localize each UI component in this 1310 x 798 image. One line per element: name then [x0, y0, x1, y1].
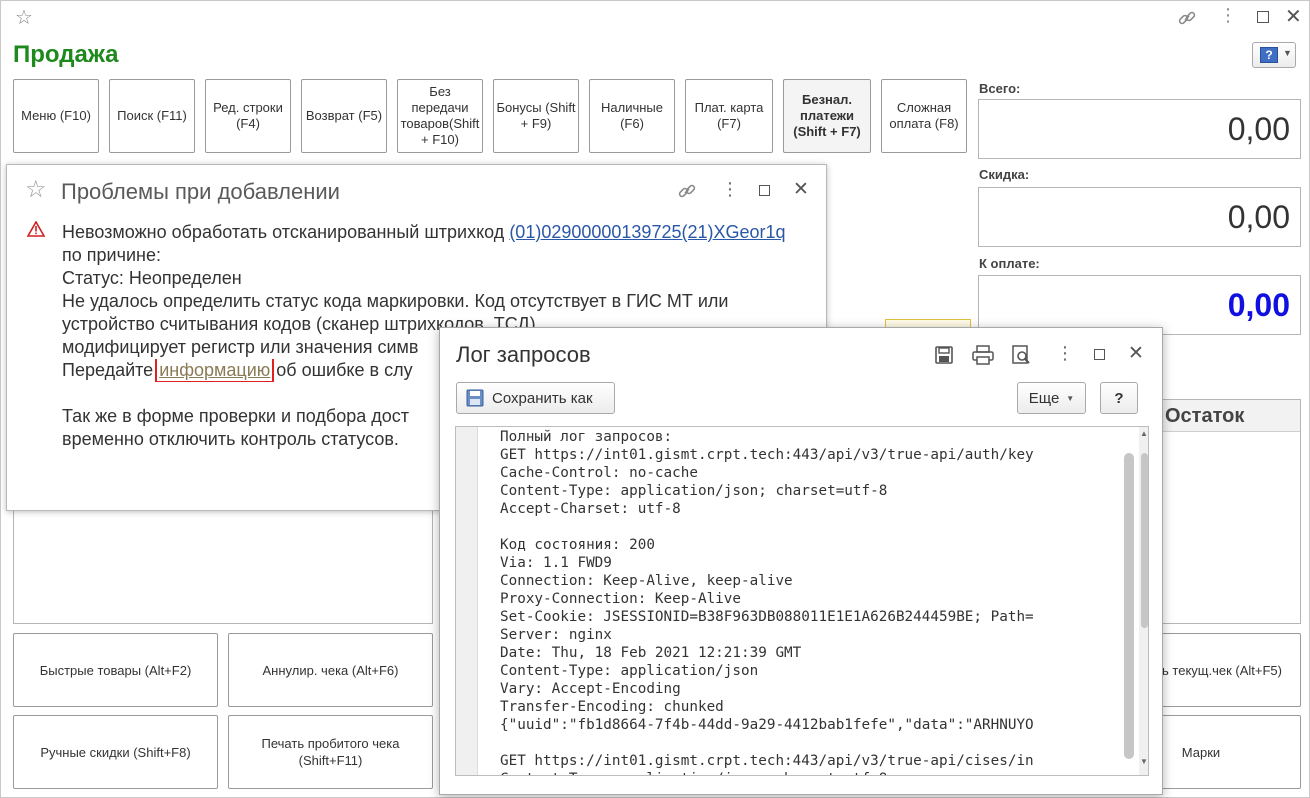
- log-line: GET https://int01.gismt.crpt.tech:443/ap…: [500, 447, 1034, 463]
- message-text: об ошибке в слу: [271, 360, 413, 380]
- log-line: Полный лог запросов:: [500, 429, 673, 445]
- star-icon[interactable]: ☆: [15, 5, 33, 30]
- cash-button[interactable]: Наличные (F6): [589, 79, 675, 153]
- bonuses-button[interactable]: Бонусы (Shift + F9): [493, 79, 579, 153]
- log-line: Код состояния: 200: [500, 537, 655, 553]
- log-text-area[interactable]: Полный лог запросов: GET https://int01.gi…: [455, 426, 1149, 776]
- search-button[interactable]: Поиск (F11): [109, 79, 195, 153]
- log-line: Content-Type: application/json; charset=…: [500, 483, 888, 499]
- scroll-down-icon[interactable]: ▼: [1140, 757, 1148, 766]
- chevron-down-icon: ▼: [1283, 48, 1292, 58]
- log-line: Content-Type: application/json: [500, 663, 759, 679]
- maximize-icon[interactable]: [1257, 11, 1269, 23]
- more-label: Еще: [1028, 389, 1060, 407]
- star-icon[interactable]: ☆: [25, 175, 47, 204]
- preview-icon[interactable]: [1011, 345, 1031, 365]
- log-text: Полный лог запросов: GET https://int01.gi…: [500, 428, 1120, 775]
- edit-line-button[interactable]: Ред. строки (F4): [205, 79, 291, 153]
- no-goods-transfer-button[interactable]: Без передачи товаров(Shift + F10): [397, 79, 483, 153]
- cashless-payments-button[interactable]: Безнал. платежи (Shift + F7): [783, 79, 871, 153]
- log-line: Via: 1.1 FWD9: [500, 555, 612, 571]
- scrollbar-thumb[interactable]: [1141, 453, 1148, 628]
- save-icon[interactable]: [934, 345, 954, 365]
- manual-discounts-button[interactable]: Ручные скидки (Shift+F8): [13, 715, 218, 789]
- dialog-title: Проблемы при добавлении: [61, 179, 340, 204]
- more-vert-icon[interactable]: ⋮: [1219, 5, 1237, 26]
- log-line: Proxy-Connection: Keep-Alive: [500, 591, 742, 607]
- dialog-title: Лог запросов: [456, 342, 591, 367]
- message-text: Не удалось определить статус кода маркир…: [62, 291, 729, 311]
- barcode-link[interactable]: (01)02900000139725(21)XGeor1q: [509, 222, 785, 242]
- message-text: Невозможно обработать отсканированный шт…: [62, 222, 510, 242]
- quick-goods-button[interactable]: Быстрые товары (Alt+F2): [13, 633, 218, 707]
- link-icon[interactable]: [1177, 8, 1197, 28]
- sale-form: ☆ ⋮ ✕ Продажа ? ▼ Меню (F10) Поиск (F11)…: [0, 0, 1310, 798]
- gutter: [456, 427, 478, 775]
- menu-button[interactable]: Меню (F10): [13, 79, 99, 153]
- log-line: Content-Type: application/json; charset=…: [500, 770, 1120, 775]
- help-icon: ?: [1260, 47, 1278, 63]
- print-check-button[interactable]: Печать пробитого чека (Shift+F11): [228, 715, 433, 789]
- cancel-check-button[interactable]: Аннулир. чека (Alt+F6): [228, 633, 433, 707]
- log-line: Vary: Accept-Encoding: [500, 681, 681, 697]
- info-link[interactable]: информацию: [155, 359, 275, 382]
- column-header-rest[interactable]: Остаток: [1162, 400, 1300, 432]
- scroll-up-icon[interactable]: ▲: [1140, 429, 1148, 438]
- pay-label: К оплате:: [979, 256, 1040, 271]
- save-as-label: Сохранить как: [492, 389, 593, 407]
- link-icon[interactable]: [677, 181, 697, 201]
- log-line: Connection: Keep-Alive, keep-alive: [500, 573, 793, 589]
- message-text: Статус: Неопределен: [62, 268, 242, 288]
- log-line: Date: Thu, 18 Feb 2021 12:21:39 GMT: [500, 645, 802, 661]
- scrollbar[interactable]: ▲ ▼: [1139, 427, 1148, 775]
- pay-value: 0,00: [978, 275, 1301, 335]
- complex-payment-button[interactable]: Сложная оплата (F8): [881, 79, 967, 153]
- log-line: Set-Cookie: JSESSIONID=B38F963DB088011E1…: [500, 609, 1034, 625]
- message-text: Передайте: [62, 360, 159, 380]
- log-line: Cache-Control: no-cache: [500, 465, 698, 481]
- message-text: по причине:: [62, 245, 161, 265]
- more-vert-icon[interactable]: ⋮: [721, 179, 739, 200]
- discount-label: Скидка:: [979, 167, 1030, 182]
- discount-value: 0,00: [978, 187, 1301, 247]
- close-icon[interactable]: ✕: [793, 178, 809, 201]
- log-line: {"uuid":"fb1d8664-7f4b-44dd-9a29-4412bab…: [500, 717, 1034, 733]
- inner-scrollbar[interactable]: [1124, 453, 1134, 759]
- chevron-down-icon: ▼: [1066, 393, 1075, 403]
- more-button[interactable]: Еще ▼: [1017, 382, 1086, 414]
- total-value: 0,00: [978, 99, 1301, 159]
- help-dropdown-button[interactable]: ? ▼: [1252, 42, 1296, 68]
- maximize-icon[interactable]: [759, 185, 770, 196]
- print-icon[interactable]: [972, 345, 994, 365]
- save-as-button[interactable]: Сохранить как: [456, 382, 615, 414]
- total-label: Всего:: [979, 81, 1021, 96]
- more-vert-icon[interactable]: ⋮: [1056, 343, 1074, 364]
- warning-icon: [27, 221, 45, 237]
- log-line: Server: nginx: [500, 627, 612, 643]
- close-icon[interactable]: ✕: [1128, 342, 1144, 365]
- help-button[interactable]: ?: [1100, 382, 1138, 414]
- log-line: Transfer-Encoding: chunked: [500, 699, 724, 715]
- request-log-dialog: Лог запросов ⋮ ✕ Сохранить как Еще ▼ ? П…: [439, 327, 1163, 795]
- return-button[interactable]: Возврат (F5): [301, 79, 387, 153]
- floppy-icon: [466, 389, 484, 407]
- page-title: Продажа: [13, 41, 119, 68]
- maximize-icon[interactable]: [1094, 349, 1105, 360]
- close-icon[interactable]: ✕: [1285, 4, 1302, 29]
- card-payment-button[interactable]: Плат. карта (F7): [685, 79, 773, 153]
- log-line: GET https://int01.gismt.crpt.tech:443/ap…: [500, 753, 1034, 769]
- goods-table: Остаток: [1161, 399, 1301, 624]
- log-line: Accept-Charset: utf-8: [500, 501, 681, 517]
